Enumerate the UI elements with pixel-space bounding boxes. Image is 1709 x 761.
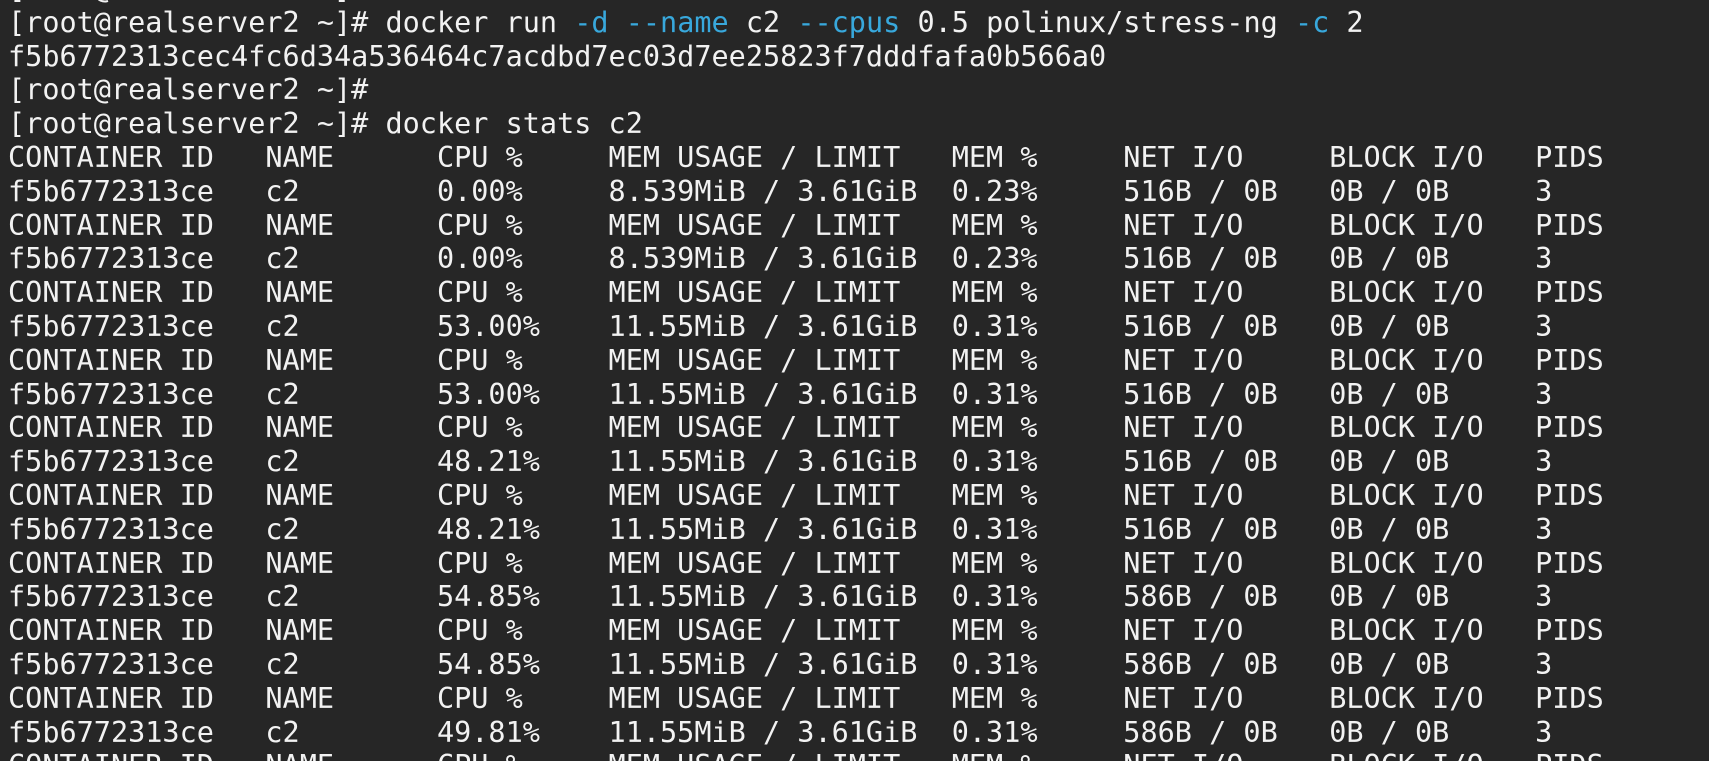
- stats-header-line: CONTAINER ID NAME CPU % MEM USAGE / LIMI…: [8, 614, 1604, 648]
- command-flag: -d: [574, 6, 608, 39]
- terminal-text: f5b6772313ce c2 53.00% 11.55MiB / 3.61Gi…: [8, 378, 1552, 411]
- terminal-text: f5b6772313ce c2 0.00% 8.539MiB / 3.61GiB…: [8, 175, 1552, 208]
- terminal-text: CONTAINER ID NAME CPU % MEM USAGE / LIMI…: [8, 614, 1604, 647]
- stats-data-line: f5b6772313ce c2 48.21% 11.55MiB / 3.61Gi…: [8, 445, 1604, 479]
- terminal-text: CONTAINER ID NAME CPU % MEM USAGE / LIMI…: [8, 479, 1604, 512]
- command-flag: --name: [626, 6, 729, 39]
- terminal-text: 2: [1329, 6, 1363, 39]
- terminal-text: CONTAINER ID NAME CPU % MEM USAGE / LIMI…: [8, 547, 1604, 580]
- stats-header-line: CONTAINER ID NAME CPU % MEM USAGE / LIMI…: [8, 547, 1604, 581]
- stats-header-line: CONTAINER ID NAME CPU % MEM USAGE / LIMI…: [8, 141, 1604, 175]
- terminal-text: CONTAINER ID NAME CPU % MEM USAGE / LIMI…: [8, 141, 1604, 174]
- docker-run-command-line: [root@realserver2 ~]# docker run -d --na…: [8, 6, 1604, 40]
- terminal-text: f5b6772313ce c2 48.21% 11.55MiB / 3.61Gi…: [8, 513, 1552, 546]
- container-id-output-line: f5b6772313cec4fc6d34a536464c7acdbd7ec03d…: [8, 40, 1604, 74]
- terminal-text: f5b6772313ce c2 54.85% 11.55MiB / 3.61Gi…: [8, 648, 1552, 681]
- stats-header-line: CONTAINER ID NAME CPU % MEM USAGE / LIMI…: [8, 276, 1604, 310]
- terminal-text: CONTAINER ID NAME CPU % MEM USAGE / LIMI…: [8, 749, 1604, 761]
- command-flag: -c: [1295, 6, 1329, 39]
- terminal-text: f5b6772313ce c2 48.21% 11.55MiB / 3.61Gi…: [8, 445, 1552, 478]
- command-flag: --cpus: [797, 6, 900, 39]
- stats-header-line: CONTAINER ID NAME CPU % MEM USAGE / LIMI…: [8, 209, 1604, 243]
- stats-data-line: f5b6772313ce c2 48.21% 11.55MiB / 3.61Gi…: [8, 513, 1604, 547]
- terminal-text: [root@realserver2 ~]#: [8, 73, 368, 106]
- terminal-text: c2: [729, 6, 798, 39]
- stats-header-line: CONTAINER ID NAME CPU % MEM USAGE / LIMI…: [8, 411, 1604, 445]
- terminal-screen: [root@realserver2 ~]#[root@realserver2 ~…: [8, 0, 1604, 761]
- stats-header-line: CONTAINER ID NAME CPU % MEM USAGE / LIMI…: [8, 682, 1604, 716]
- stats-data-line: f5b6772313ce c2 54.85% 11.55MiB / 3.61Gi…: [8, 580, 1604, 614]
- terminal-text: 0.5 polinux/stress-ng: [900, 6, 1295, 39]
- stats-data-line: f5b6772313ce c2 53.00% 11.55MiB / 3.61Gi…: [8, 378, 1604, 412]
- stats-data-line: f5b6772313ce c2 0.00% 8.539MiB / 3.61GiB…: [8, 242, 1604, 276]
- terminal-text: CONTAINER ID NAME CPU % MEM USAGE / LIMI…: [8, 209, 1604, 242]
- terminal-text: [609, 6, 626, 39]
- terminal-text: [root@realserver2 ~]#: [8, 0, 368, 5]
- docker-stats-command-line: [root@realserver2 ~]# docker stats c2: [8, 107, 1604, 141]
- terminal-text: f5b6772313cec4fc6d34a536464c7acdbd7ec03d…: [8, 40, 1106, 73]
- terminal-text: f5b6772313ce c2 54.85% 11.55MiB / 3.61Gi…: [8, 580, 1552, 613]
- stats-header-line: CONTAINER ID NAME CPU % MEM USAGE / LIMI…: [8, 344, 1604, 378]
- terminal-text: [root@realserver2 ~]# docker run: [8, 6, 574, 39]
- stats-header-line: CONTAINER ID NAME CPU % MEM USAGE / LIMI…: [8, 479, 1604, 513]
- terminal-text: CONTAINER ID NAME CPU % MEM USAGE / LIMI…: [8, 411, 1604, 444]
- stats-header-line-partial: CONTAINER ID NAME CPU % MEM USAGE / LIMI…: [8, 749, 1604, 761]
- stats-data-line: f5b6772313ce c2 49.81% 11.55MiB / 3.61Gi…: [8, 716, 1604, 750]
- terminal-text: CONTAINER ID NAME CPU % MEM USAGE / LIMI…: [8, 344, 1604, 377]
- terminal-text: f5b6772313ce c2 53.00% 11.55MiB / 3.61Gi…: [8, 310, 1552, 343]
- stats-data-line: f5b6772313ce c2 54.85% 11.55MiB / 3.61Gi…: [8, 648, 1604, 682]
- terminal-text: [root@realserver2 ~]# docker stats c2: [8, 107, 643, 140]
- terminal-text: CONTAINER ID NAME CPU % MEM USAGE / LIMI…: [8, 276, 1604, 309]
- terminal-window[interactable]: [root@realserver2 ~]#[root@realserver2 ~…: [0, 0, 1709, 761]
- terminal-text: CONTAINER ID NAME CPU % MEM USAGE / LIMI…: [8, 682, 1604, 715]
- stats-data-line: f5b6772313ce c2 53.00% 11.55MiB / 3.61Gi…: [8, 310, 1604, 344]
- prompt-line: [root@realserver2 ~]#: [8, 73, 1604, 107]
- terminal-text: f5b6772313ce c2 49.81% 11.55MiB / 3.61Gi…: [8, 716, 1552, 749]
- terminal-text: f5b6772313ce c2 0.00% 8.539MiB / 3.61GiB…: [8, 242, 1552, 275]
- stats-data-line: f5b6772313ce c2 0.00% 8.539MiB / 3.61GiB…: [8, 175, 1604, 209]
